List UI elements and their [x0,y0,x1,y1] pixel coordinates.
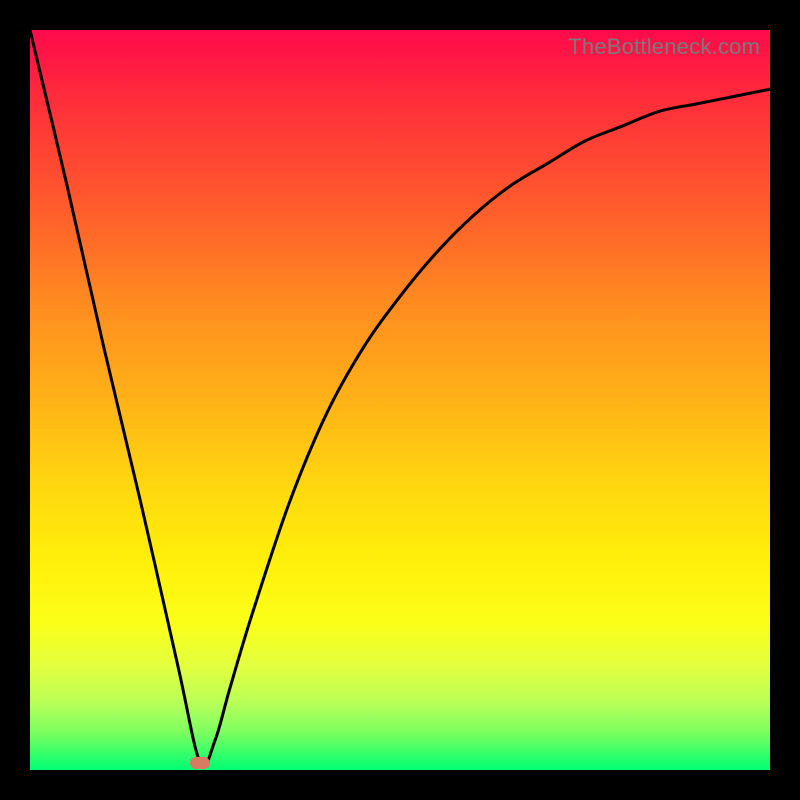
curve-svg [30,30,770,770]
chart-frame: TheBottleneck.com [0,0,800,800]
bottleneck-curve-path [30,30,770,766]
optimal-point-marker [190,757,210,769]
chart-plot-area: TheBottleneck.com [30,30,770,770]
